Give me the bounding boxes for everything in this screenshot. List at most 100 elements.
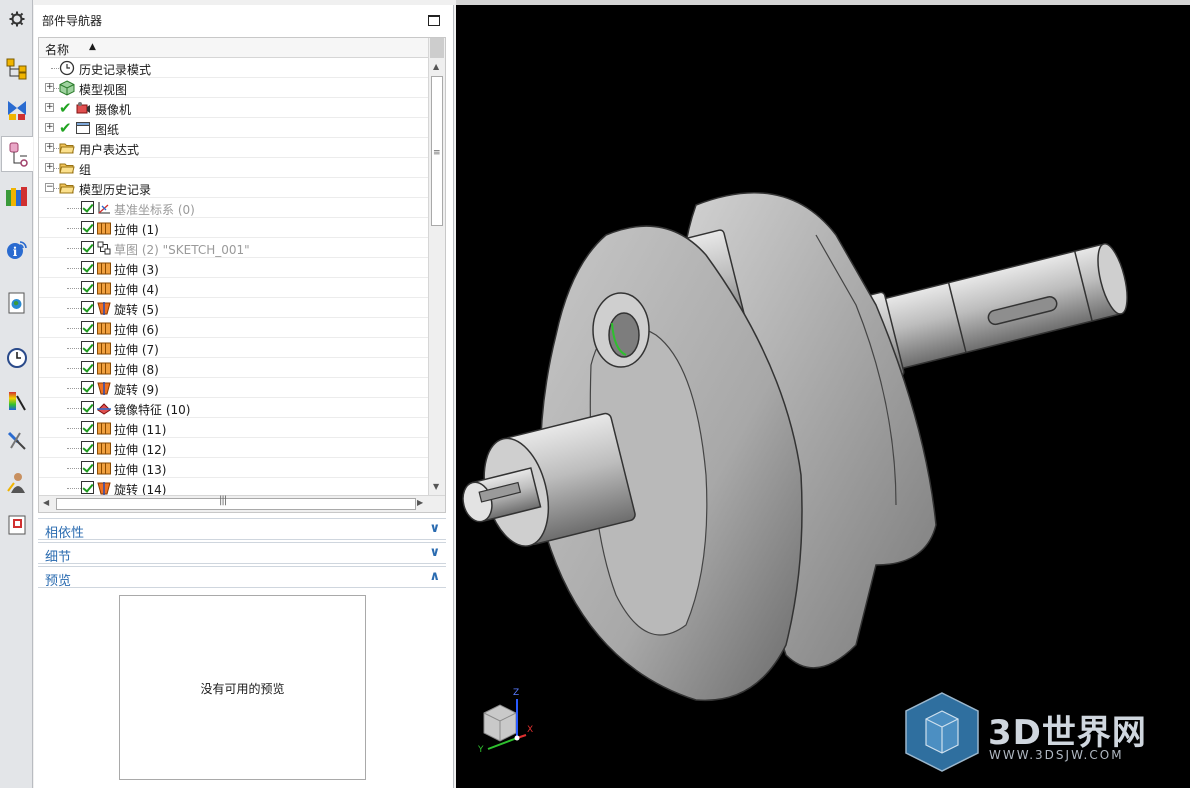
tree-row-feature[interactable]: 旋转 (5) xyxy=(39,298,429,318)
reuse-library-icon[interactable] xyxy=(4,183,30,209)
history-clock-icon[interactable] xyxy=(4,345,30,371)
tree-row-user-expressions[interactable]: + 用户表达式 xyxy=(39,138,429,158)
scroll-left-icon[interactable]: ◀ xyxy=(43,498,49,507)
open-folder-icon xyxy=(59,183,75,194)
web-browser-icon[interactable] xyxy=(4,290,30,316)
tree-row-feature[interactable]: 拉伸 (11) xyxy=(39,418,429,438)
system-scene-icon[interactable] xyxy=(4,512,30,538)
scroll-up-icon[interactable]: ▲ xyxy=(433,62,439,71)
revolve-icon xyxy=(97,382,111,395)
tree-row-feature[interactable]: 草图 (2) "SKETCH_001" xyxy=(39,238,429,258)
feature-checkbox[interactable] xyxy=(81,381,94,394)
sort-ascending-icon[interactable]: ▲ xyxy=(89,42,96,52)
scroll-right-icon[interactable]: ▶ xyxy=(417,498,423,507)
collapse-icon[interactable]: − xyxy=(45,183,54,192)
roles-icon[interactable] xyxy=(4,470,30,496)
watermark-name: 3D世界网 xyxy=(988,713,1147,753)
tree-row-feature[interactable]: 拉伸 (3) xyxy=(39,258,429,278)
feature-checkbox[interactable] xyxy=(81,201,94,214)
feature-checkbox[interactable] xyxy=(81,221,94,234)
tree-row-label: 基准坐标系 (0) xyxy=(114,203,195,217)
feature-checkbox[interactable] xyxy=(81,361,94,374)
feature-checkbox[interactable] xyxy=(81,281,94,294)
section-details[interactable]: 细节 ∨ xyxy=(38,542,446,565)
tree-row-label: 拉伸 (4) xyxy=(114,283,159,297)
tree-row-label: 拉伸 (3) xyxy=(114,263,159,277)
crankshaft-model[interactable]: Z Y X xyxy=(456,5,1190,788)
feature-checkbox[interactable] xyxy=(81,241,94,254)
assembly-navigator-icon[interactable] xyxy=(4,56,30,82)
tree-row-feature[interactable]: 拉伸 (12) xyxy=(39,438,429,458)
info-icon[interactable]: i xyxy=(4,237,30,263)
tree-row-feature[interactable]: 拉伸 (8) xyxy=(39,358,429,378)
expand-icon[interactable]: + xyxy=(45,83,54,92)
settings-gear-icon[interactable] xyxy=(4,6,30,32)
section-label: 细节 xyxy=(45,550,72,565)
extrude-icon xyxy=(97,222,111,235)
horizontal-scrollbar[interactable]: ◀ ||| ▶ xyxy=(39,495,445,512)
expand-icon[interactable]: + xyxy=(45,163,54,172)
tree-row-history-mode[interactable]: 历史记录模式 xyxy=(39,58,429,78)
tree-row-feature[interactable]: 拉伸 (13) xyxy=(39,458,429,478)
expand-icon[interactable]: + xyxy=(45,143,54,152)
tree-row-label: 模型视图 xyxy=(79,83,128,97)
tree-row-feature[interactable]: 基准坐标系 (0) xyxy=(39,198,429,218)
chevron-down-icon[interactable]: ∨ xyxy=(429,521,440,536)
tree-row-label: 镜像特征 (10) xyxy=(114,403,191,417)
tree-row-feature[interactable]: 拉伸 (6) xyxy=(39,318,429,338)
tree-row-feature[interactable]: 镜像特征 (10) xyxy=(39,398,429,418)
constraint-navigator-icon[interactable] xyxy=(4,97,30,123)
part-navigator-panel: 部件导航器 名称 ▲ 历史记录模式 + 模型视图 + ✔ 摄像机 + ✔ 图纸 … xyxy=(34,5,454,788)
visible-check-icon[interactable]: ✔ xyxy=(59,119,72,137)
column-header[interactable]: 名称 ▲ xyxy=(39,38,429,58)
section-preview[interactable]: 预览 ∧ xyxy=(38,566,446,589)
axis-z-label: Z xyxy=(513,688,519,698)
extrude-icon xyxy=(97,262,111,275)
tree-row-label: 图纸 xyxy=(95,123,120,137)
tree-row-feature[interactable]: 拉伸 (1) xyxy=(39,218,429,238)
chevron-up-icon[interactable]: ∧ xyxy=(429,569,440,584)
process-studio-icon[interactable] xyxy=(4,388,30,414)
visible-check-icon[interactable]: ✔ xyxy=(59,99,72,117)
tree-row-groups[interactable]: + 组 xyxy=(39,158,429,178)
tree-row-label: 旋转 (5) xyxy=(114,303,159,317)
revolve-icon xyxy=(97,302,111,315)
revolve-icon xyxy=(97,482,111,495)
feature-checkbox[interactable] xyxy=(81,441,94,454)
tree-row-cameras[interactable]: + ✔ 摄像机 xyxy=(39,98,429,118)
expand-icon[interactable]: + xyxy=(45,103,54,112)
tree-row-model-views[interactable]: + 模型视图 xyxy=(39,78,429,98)
feature-checkbox[interactable] xyxy=(81,321,94,334)
extrude-icon xyxy=(97,322,111,335)
tree-row-label: 拉伸 (6) xyxy=(114,323,159,337)
navigator-tree[interactable]: 名称 ▲ 历史记录模式 + 模型视图 + ✔ 摄像机 + ✔ 图纸 + 用户表达… xyxy=(38,37,446,513)
tree-row-drawings[interactable]: + ✔ 图纸 xyxy=(39,118,429,138)
feature-checkbox[interactable] xyxy=(81,481,94,494)
vertical-scrollbar[interactable]: ▲ ≡ ▼ xyxy=(428,38,445,496)
maximize-icon[interactable] xyxy=(428,15,440,26)
graphics-window[interactable]: Z Y X 3D世界网 WWW.3DSJW.COM xyxy=(456,5,1190,788)
feature-checkbox[interactable] xyxy=(81,401,94,414)
part-navigator-icon[interactable] xyxy=(1,136,33,172)
grip-icon: ≡ xyxy=(433,148,440,158)
manufacturing-wizard-icon[interactable] xyxy=(4,428,30,454)
tree-row-model-history[interactable]: − 模型历史记录 xyxy=(39,178,429,198)
axis-y-label: Y xyxy=(477,745,484,755)
chevron-down-icon[interactable]: ∨ xyxy=(429,545,440,560)
camera-icon xyxy=(76,102,90,114)
svg-text:i: i xyxy=(13,245,18,259)
feature-checkbox[interactable] xyxy=(81,341,94,354)
scroll-down-icon[interactable]: ▼ xyxy=(433,482,439,491)
tree-row-feature[interactable]: 拉伸 (4) xyxy=(39,278,429,298)
tree-row-feature[interactable]: 旋转 (9) xyxy=(39,378,429,398)
scroll-thumb[interactable] xyxy=(56,498,416,510)
sketch-icon xyxy=(97,241,111,255)
tree-row-feature[interactable]: 拉伸 (7) xyxy=(39,338,429,358)
expand-icon[interactable]: + xyxy=(45,123,54,132)
feature-checkbox[interactable] xyxy=(81,261,94,274)
feature-checkbox[interactable] xyxy=(81,421,94,434)
feature-checkbox[interactable] xyxy=(81,461,94,474)
tree-row-label: 拉伸 (12) xyxy=(114,443,167,457)
section-dependencies[interactable]: 相依性 ∨ xyxy=(38,518,446,541)
feature-checkbox[interactable] xyxy=(81,301,94,314)
